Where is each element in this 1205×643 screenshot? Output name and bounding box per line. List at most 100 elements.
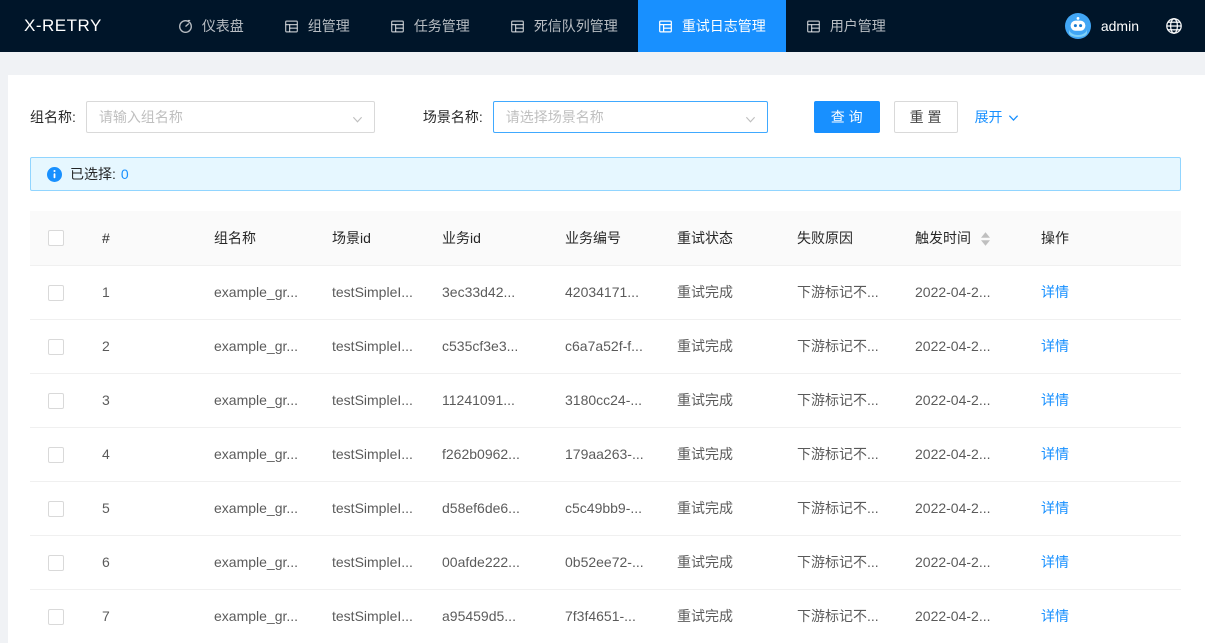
cell-retry-status: 重试完成 [661,265,781,319]
cell-scene-id: testSimpleI... [316,373,426,427]
content-card: 组名称: 请输入组名称 场景名称: 请选择场景名称 查 询 重 置 展开 [8,75,1205,643]
retry-log-table: # 组名称 场景id 业务id 业务编号 重试状态 失败原因 触发时间 操作 1… [30,211,1181,643]
cell-scene-id: testSimpleI... [316,265,426,319]
table-row: 6 example_gr... testSimpleI... 00afde222… [30,535,1181,589]
table-icon [806,19,821,34]
table-row: 5 example_gr... testSimpleI... d58ef6de6… [30,481,1181,535]
row-checkbox[interactable] [48,285,64,301]
cell-scene-id: testSimpleI... [316,589,426,643]
cell-biz-no: 7f3f4651-... [549,589,661,643]
cell-group: example_gr... [198,265,316,319]
cell-group: example_gr... [198,481,316,535]
group-name-label: 组名称: [30,107,76,127]
cell-trigger-time: 2022-04-2... [899,373,1025,427]
user-menu[interactable]: admin [1065,13,1139,39]
cell-retry-status: 重试完成 [661,373,781,427]
cell-group: example_gr... [198,427,316,481]
nav-item-label: 组管理 [308,16,350,36]
table-icon [390,19,405,34]
cell-group: example_gr... [198,535,316,589]
selection-banner: 已选择: 0 [30,157,1181,191]
top-nav: X-RETRY 仪表盘 组管理 任务管理 [0,0,1205,52]
cell-scene-id: testSimpleI... [316,319,426,373]
cell-index: 7 [86,589,198,643]
nav-item-group-management[interactable]: 组管理 [264,0,370,52]
cell-group: example_gr... [198,373,316,427]
detail-link[interactable]: 详情 [1041,392,1069,408]
cell-biz-no: c6a7a52f-f... [549,319,661,373]
nav-item-label: 用户管理 [830,16,886,36]
reset-button[interactable]: 重 置 [894,101,958,133]
chevron-down-icon [352,112,363,128]
detail-link[interactable]: 详情 [1041,446,1069,462]
search-button[interactable]: 查 询 [814,101,880,133]
cell-biz-no: 179aa263-... [549,427,661,481]
cell-retry-status: 重试完成 [661,481,781,535]
table-row: 3 example_gr... testSimpleI... 11241091.… [30,373,1181,427]
expand-label: 展开 [975,107,1003,127]
language-switcher[interactable] [1165,17,1183,35]
cell-retry-status: 重试完成 [661,427,781,481]
select-all-checkbox[interactable] [48,230,64,246]
row-checkbox[interactable] [48,555,64,571]
cell-biz-id: c535cf3e3... [426,319,549,373]
cell-trigger-time: 2022-04-2... [899,265,1025,319]
detail-link[interactable]: 详情 [1041,608,1069,624]
nav-item-user-management[interactable]: 用户管理 [786,0,906,52]
table-row: 1 example_gr... testSimpleI... 3ec33d42.… [30,265,1181,319]
scene-name-placeholder: 请选择场景名称 [506,107,604,127]
globe-icon [1165,17,1183,35]
cell-trigger-time: 2022-04-2... [899,589,1025,643]
nav-item-dashboard[interactable]: 仪表盘 [158,0,264,52]
column-header-retry-status: 重试状态 [661,211,781,265]
cell-fail-reason: 下游标记不... [781,319,899,373]
nav-item-retry-log-management[interactable]: 重试日志管理 [638,0,786,52]
filter-bar: 组名称: 请输入组名称 场景名称: 请选择场景名称 查 询 重 置 展开 [30,101,1181,133]
scene-name-label: 场景名称: [423,107,483,127]
cell-group: example_gr... [198,589,316,643]
cell-biz-id: f262b0962... [426,427,549,481]
cell-index: 2 [86,319,198,373]
detail-link[interactable]: 详情 [1041,500,1069,516]
chevron-down-icon [1008,112,1019,123]
sort-toggle[interactable] [981,232,990,246]
cell-trigger-time: 2022-04-2... [899,427,1025,481]
expand-link[interactable]: 展开 [975,107,1019,127]
cell-biz-no: 0b52ee72-... [549,535,661,589]
column-header-index: # [86,211,198,265]
table-icon [510,19,525,34]
row-checkbox[interactable] [48,501,64,517]
nav-item-label: 仪表盘 [202,16,244,36]
detail-link[interactable]: 详情 [1041,338,1069,354]
avatar [1065,13,1091,39]
table-header-row: # 组名称 场景id 业务id 业务编号 重试状态 失败原因 触发时间 操作 [30,211,1181,265]
detail-link[interactable]: 详情 [1041,284,1069,300]
cell-index: 6 [86,535,198,589]
cell-retry-status: 重试完成 [661,535,781,589]
row-checkbox[interactable] [48,447,64,463]
group-name-select[interactable]: 请输入组名称 [86,101,375,133]
row-checkbox[interactable] [48,609,64,625]
info-icon [47,167,62,182]
selection-label: 已选择: [70,164,116,184]
row-checkbox[interactable] [48,339,64,355]
cell-fail-reason: 下游标记不... [781,265,899,319]
group-name-placeholder: 请输入组名称 [99,107,183,127]
cell-fail-reason: 下游标记不... [781,535,899,589]
nav-item-dead-letter-queue[interactable]: 死信队列管理 [490,0,638,52]
cell-trigger-time: 2022-04-2... [899,535,1025,589]
column-header-trigger-time: 触发时间 [899,211,1025,265]
scene-name-select[interactable]: 请选择场景名称 [493,101,768,133]
column-header-biz-id: 业务id [426,211,549,265]
cell-index: 4 [86,427,198,481]
main-menu: 仪表盘 组管理 任务管理 死信队列管理 [158,0,906,52]
nav-item-label: 任务管理 [414,16,470,36]
nav-item-task-management[interactable]: 任务管理 [370,0,490,52]
column-header-fail-reason: 失败原因 [781,211,899,265]
column-header-biz-no: 业务编号 [549,211,661,265]
detail-link[interactable]: 详情 [1041,554,1069,570]
row-checkbox[interactable] [48,393,64,409]
cell-biz-no: 42034171... [549,265,661,319]
cell-fail-reason: 下游标记不... [781,589,899,643]
nav-right: admin [1065,0,1205,52]
